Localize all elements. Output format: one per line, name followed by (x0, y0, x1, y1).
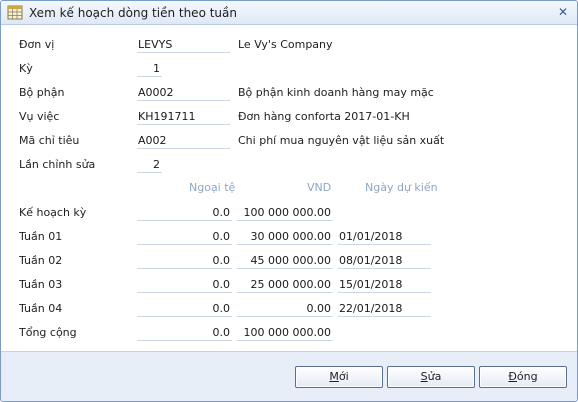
calendar-grid-icon (7, 5, 23, 20)
form-area: Đơn vị LEVYS Le Vy's Company Kỳ 1 Bộ phậ… (1, 25, 577, 360)
week2-foreign-field[interactable]: 0.0 (137, 252, 232, 269)
department-label: Bộ phận (19, 86, 65, 99)
new-button-label: ới (338, 370, 349, 383)
week4-vnd-field[interactable]: 0.00 (237, 300, 333, 317)
week2-label: Tuần 02 (19, 254, 63, 267)
title-bar: Xem kế hoạch dòng tiền theo tuần ✕ (1, 1, 577, 25)
close-button[interactable]: Đóng (479, 366, 567, 388)
total-foreign-field[interactable]: 0.0 (137, 324, 232, 341)
close-button-hotkey: Đ (508, 370, 517, 383)
dialog-window: Xem kế hoạch dòng tiền theo tuần ✕ Đơn v… (0, 0, 578, 402)
revision-field[interactable]: 2 (137, 156, 162, 173)
period-field[interactable]: 1 (137, 60, 162, 77)
period-label: Kỳ (19, 62, 33, 75)
window-title: Xem kế hoạch dòng tiền theo tuần (29, 6, 237, 20)
week3-vnd-field[interactable]: 25 000 000.00 (237, 276, 333, 293)
close-icon[interactable]: ✕ (557, 6, 569, 18)
job-label: Vụ việc (19, 110, 60, 123)
button-bar: Mới Sửa Đóng (1, 351, 577, 401)
week4-label: Tuần 04 (19, 302, 63, 315)
plan-row-label: Kế hoạch kỳ (19, 206, 87, 219)
week1-label: Tuần 01 (19, 230, 63, 243)
edit-button[interactable]: Sửa (387, 366, 475, 388)
unit-code-field[interactable]: LEVYS (137, 36, 230, 53)
department-name: Bộ phận kinh doanh hàng may mặc (238, 86, 434, 99)
week3-label: Tuần 03 (19, 278, 63, 291)
close-button-label: óng (516, 370, 538, 383)
week1-foreign-field[interactable]: 0.0 (137, 228, 232, 245)
foreign-currency-header: Ngoại tệ (189, 181, 236, 194)
plan-foreign-field[interactable]: 0.0 (137, 204, 232, 221)
indicator-name: Chi phí mua nguyên vật liệu sản xuất (238, 134, 445, 147)
new-button[interactable]: Mới (295, 366, 383, 388)
unit-label: Đơn vị (19, 38, 55, 51)
job-code-field[interactable]: KH191711 (137, 108, 230, 125)
edit-button-label: ửa (427, 370, 442, 383)
edit-button-hotkey: S (420, 370, 428, 383)
week3-date-field[interactable]: 15/01/2018 (338, 276, 431, 293)
week3-foreign-field[interactable]: 0.0 (137, 276, 232, 293)
total-label: Tổng cộng (19, 326, 77, 339)
job-name: Đơn hàng conforta 2017-01-KH (238, 110, 410, 123)
revision-label: Lần chỉnh sửa (19, 158, 96, 171)
week2-vnd-field[interactable]: 45 000 000.00 (237, 252, 333, 269)
week4-date-field[interactable]: 22/01/2018 (338, 300, 431, 317)
total-vnd-field[interactable]: 100 000 000.00 (237, 324, 333, 341)
week4-foreign-field[interactable]: 0.0 (137, 300, 232, 317)
plan-vnd-field[interactable]: 100 000 000.00 (237, 204, 333, 221)
vnd-header: VND (307, 181, 332, 194)
week1-date-field[interactable]: 01/01/2018 (338, 228, 431, 245)
indicator-label: Mã chỉ tiêu (19, 134, 80, 147)
expected-date-header: Ngày dự kiến (365, 181, 438, 194)
indicator-code-field[interactable]: A002 (137, 132, 230, 149)
new-button-hotkey: M (329, 370, 339, 383)
week1-vnd-field[interactable]: 30 000 000.00 (237, 228, 333, 245)
week2-date-field[interactable]: 08/01/2018 (338, 252, 431, 269)
department-code-field[interactable]: A0002 (137, 84, 230, 101)
unit-name: Le Vy's Company (238, 38, 333, 51)
